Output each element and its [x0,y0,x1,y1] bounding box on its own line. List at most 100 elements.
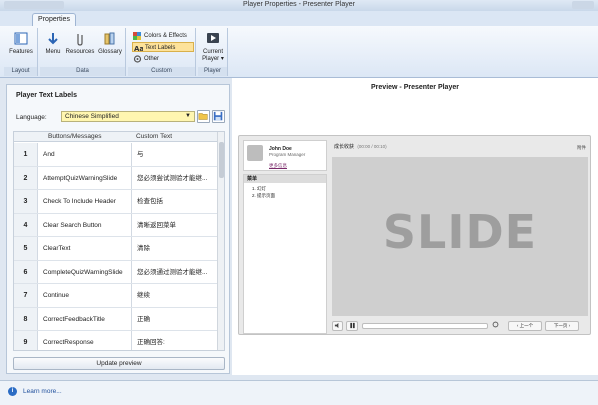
player-preview: John Doe Program Manager 更多信息 菜单 1. 幻灯 2… [238,135,591,335]
resources-button[interactable]: Resources [64,31,96,56]
table-row[interactable]: 6 CompleteQuizWarningSlide 您必须通过测验才能继... [14,260,219,284]
table-row[interactable]: 5 ClearText 清除 [14,237,219,261]
folder-icon [198,113,208,120]
language-value: Chinese Simplified [65,113,119,120]
features-label: Features [9,49,33,55]
slide-title-text: 成长收获 [334,144,355,150]
table-row[interactable]: 9 CorrectResponse 正确回答: [14,331,219,350]
update-preview-button[interactable]: Update preview [13,357,225,370]
table-row[interactable]: 7 Continue 继续 [14,284,219,308]
status-bar: i Learn more... [0,380,598,405]
custom-text-cell[interactable]: 清晰返回菜单 [131,213,219,236]
group-label-data: Data [40,67,125,76]
presenter-more-link[interactable]: 更多信息 [269,163,287,169]
open-folder-button[interactable] [197,110,210,123]
scrollbar-thumb[interactable] [219,142,224,178]
glossary-icon [104,32,115,45]
table-row[interactable]: 1 And 与 [14,143,219,167]
group-label-custom: Custom [128,67,195,76]
ribbon-group-data: Menu Resources Glossary Data [40,28,126,76]
paperclip-icon [77,34,83,46]
text-labels-button[interactable]: Aa Text Labels [132,42,194,52]
row-number: 8 [14,307,38,330]
colors-effects-label: Colors & Effects [144,33,187,39]
resources-label: Resources [65,49,95,55]
title-bar: Player Properties - Presenter Player [0,0,598,11]
next-button[interactable]: 下一页 › [545,321,579,331]
outline-item[interactable]: 1. 幻灯 [252,186,266,192]
current-player-label-2: Player ▾ [202,56,224,62]
features-icon [14,32,28,45]
custom-text-cell[interactable]: 正确回答: [131,331,219,350]
custom-text-cell[interactable]: 正确 [131,307,219,330]
message-key: Check To Include Header [43,198,116,205]
table-row[interactable]: 4 Clear Search Button 清晰返回菜单 [14,213,219,237]
other-label: Other [144,56,160,62]
group-label-player: Player [198,67,227,76]
save-button[interactable] [212,110,225,123]
current-player-button[interactable]: Current Player ▾ [199,31,227,63]
slide-time: (00:00 / 00:10) [357,144,387,149]
ribbon-group-player: Current Player ▾ Player [198,28,228,76]
panel-title: Player Text Labels [16,92,77,99]
svg-text:Aa: Aa [134,45,143,52]
table-row[interactable]: 2 AttemptQuizWarningSlide 您必须尝试测验才能继... [14,166,219,190]
custom-text-cell[interactable]: 检查包括 [131,190,219,213]
menu-icon [48,33,58,45]
ribbon-group-layout: Features Layout [4,28,38,76]
language-select[interactable]: Chinese Simplified ▼ [61,111,195,122]
progress-bar[interactable] [362,323,488,329]
replay-button[interactable] [490,321,501,331]
features-button[interactable]: Features [6,31,36,56]
custom-text-cell[interactable]: 继续 [131,284,219,307]
menu-button[interactable]: Menu [42,31,64,56]
outline-panel: 菜单 1. 幻灯 2. 提示页面 [243,174,327,334]
colors-effects-button[interactable]: Colors & Effects [132,31,194,41]
ribbon: Features Layout Menu Resources Glossary … [0,26,598,78]
message-key: ClearText [43,245,71,252]
message-key: Continue [43,292,70,299]
row-number: 5 [14,237,38,260]
tab-properties[interactable]: Properties [32,13,76,26]
table-scrollbar[interactable] [217,132,224,350]
outline-item[interactable]: 2. 提示页面 [252,193,275,199]
volume-button[interactable] [332,321,343,331]
info-icon: i [8,387,17,396]
table-row[interactable]: 8 CorrectFeedbackTitle 正确 [14,307,219,331]
custom-text-cell[interactable]: 与 [131,143,219,166]
pause-icon [349,322,355,329]
preview-panel: Preview - Presenter Player John Doe Prog… [232,78,598,375]
window-title: Player Properties - Presenter Player [242,1,356,8]
table-row[interactable]: 3 Check To Include Header 检查包括 [14,190,219,214]
row-number: 9 [14,331,38,350]
gear-icon [133,55,142,63]
learn-more-link[interactable]: Learn more... [23,388,62,395]
replay-icon [492,321,499,328]
row-number: 2 [14,166,38,189]
presenter-profile: John Doe Program Manager 更多信息 [243,140,327,171]
custom-text-cell[interactable]: 您必须通过测验才能继... [131,260,219,283]
avatar [247,145,263,161]
current-player-label-1: Current [202,49,223,55]
prev-button[interactable]: ‹ 上一个 [508,321,542,331]
preview-title: Preview - Presenter Player [371,84,459,91]
message-key: CompleteQuizWarningSlide [43,268,123,276]
outline-header[interactable]: 菜单 [244,175,326,183]
window-controls[interactable] [572,1,594,9]
pause-button[interactable] [346,321,358,331]
text-labels-icon: Aa [134,45,143,52]
menu-label: Menu [45,49,61,55]
save-icon [213,111,223,121]
glossary-button[interactable]: Glossary [96,31,124,56]
text-labels-table: Buttons/Messages Custom Text 1 And 与 2 Attem… [13,131,225,351]
row-number: 6 [14,260,38,283]
row-number: 1 [14,143,38,166]
row-number: 7 [14,284,38,307]
glossary-label: Glossary [98,49,122,55]
attachments-link[interactable]: 附件 [577,145,586,151]
custom-text-cell[interactable]: 清除 [131,237,219,260]
custom-text-cell[interactable]: 您必须尝试测验才能继... [131,166,219,189]
playback-controls: ‹ 上一个 下一页 › [332,320,588,332]
other-button[interactable]: Other [132,54,194,64]
quick-access-toolbar[interactable] [4,1,64,9]
